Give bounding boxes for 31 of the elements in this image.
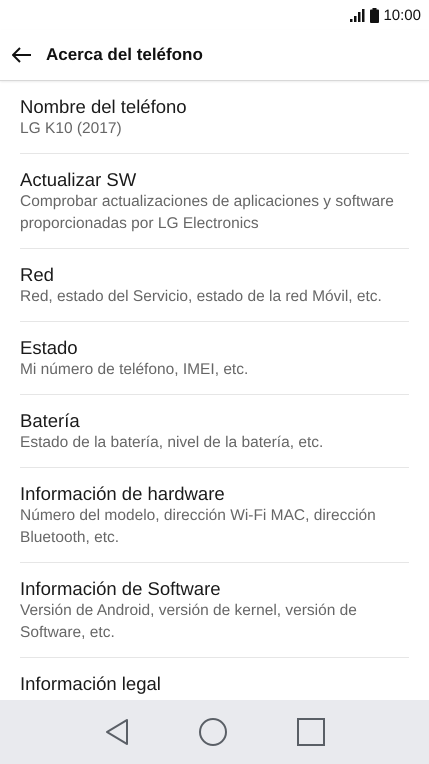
overview-icon[interactable] [296,718,324,746]
settings-item[interactable]: Información de Software Versión de Android, versión de kernel, versión de Software, etc. [20,563,409,658]
settings-item[interactable]: Información legal [20,658,409,700]
settings-item[interactable]: Estado Mi número de teléfono, IMEI, etc. [20,322,409,395]
item-title: Red [20,264,55,286]
settings-item[interactable]: Nombre del teléfono LG K10 (2017) [20,81,409,154]
screen-title: Acerca del teléfono [46,45,203,65]
settings-item[interactable]: Información de hardware Número del modelo, dirección Wi-Fi MAC, dirección Bluetooth, etc. [20,468,409,563]
back-icon[interactable] [104,718,128,746]
status-time: 10:00 [383,6,421,24]
back-arrow-icon[interactable] [12,47,32,63]
item-title: Información de Software [20,578,222,600]
settings-item[interactable]: Actualizar SW Comprobar actualizaciones de aplicaciones y software proporcionadas por LG Electronics [20,154,409,249]
home-icon[interactable] [198,717,228,747]
item-title: Información legal [20,673,162,695]
item-subtitle: Estado de la batería, nivel de la batería, etc. [20,433,324,453]
item-title: Información de hardware [20,483,226,505]
signal-icon [350,8,366,22]
item-subtitle: Mi número de teléfono, IMEI, etc. [20,360,250,380]
settings-item[interactable]: Batería Estado de la batería, nivel de la batería, etc. [20,395,409,468]
item-title: Nombre del teléfono [20,96,188,118]
item-subtitle: Red, estado del Servicio, estado de la red Móvil, etc. [20,287,383,307]
battery-icon [370,8,380,22]
item-subtitle: Versión de Android, versión de kernel, versión de Software, etc. [20,601,358,643]
item-subtitle: Número del modelo, dirección Wi-Fi MAC, dirección Bluetooth, etc. [20,506,377,548]
item-subtitle: LG K10 (2017) [20,119,123,139]
item-title: Estado [20,337,79,359]
settings-item[interactable]: Red Red, estado del Servicio, estado de la red Móvil, etc. [20,249,409,322]
item-title: Actualizar SW [20,169,138,191]
item-subtitle: Comprobar actualizaciones de aplicaciones y software proporcionadas por LG Electronics [20,192,395,234]
item-title: Batería [20,410,81,432]
